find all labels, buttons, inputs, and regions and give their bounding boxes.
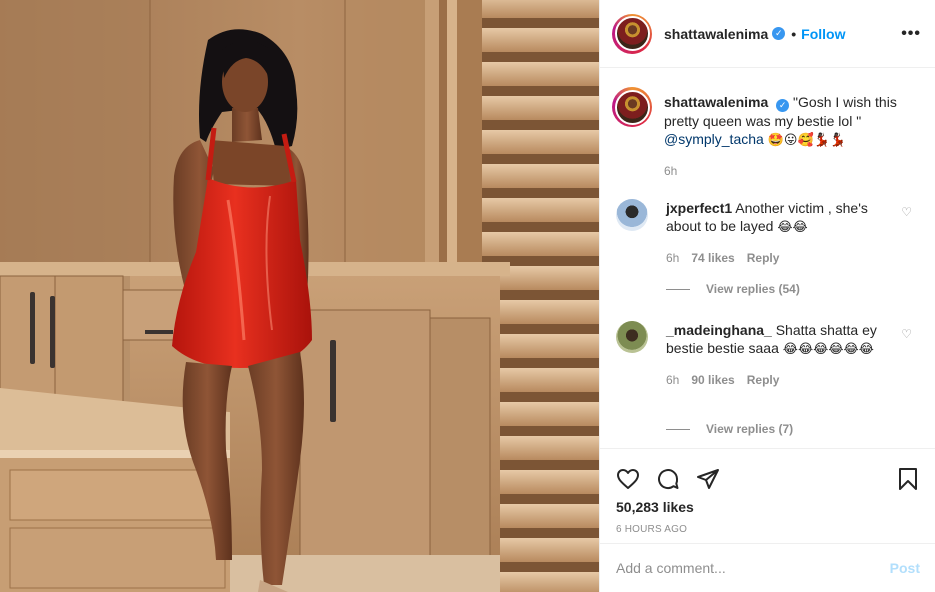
caption-author-avatar[interactable] xyxy=(612,87,652,127)
wood-slat xyxy=(482,130,599,154)
caption-username[interactable]: shattawalenima xyxy=(664,94,768,110)
follow-button[interactable]: Follow xyxy=(801,26,845,42)
caption-mention[interactable]: @symply_tacha xyxy=(664,131,764,147)
comment-icon[interactable] xyxy=(654,465,682,493)
commenter-avatar[interactable] xyxy=(616,321,648,353)
verified-badge-icon: ✓ xyxy=(776,99,790,112)
comment-meta: 6h 74 likes Reply xyxy=(666,249,881,267)
wood-slat xyxy=(482,62,599,86)
comment-likes[interactable]: 74 likes xyxy=(691,249,734,267)
author-avatar[interactable] xyxy=(612,13,652,54)
post-photo[interactable] xyxy=(0,0,599,592)
caption-avatar-image xyxy=(614,89,650,125)
post-caption: shattawalenima ✓ "Gosh I wish this prett… xyxy=(600,69,935,180)
view-replies-button[interactable]: View replies (54) xyxy=(666,282,800,296)
post-comment-button[interactable]: Post xyxy=(890,560,920,576)
bookmark-icon[interactable] xyxy=(894,465,922,493)
comment-like-heart-icon[interactable]: ♡ xyxy=(901,205,912,219)
header-separator: • xyxy=(791,25,797,42)
heart-icon[interactable] xyxy=(614,465,642,493)
post-header: shattawalenima ✓ • Follow ••• xyxy=(600,0,935,68)
comment-item: jxperfect1 Another victim , she's about … xyxy=(616,199,926,267)
author-avatar-image xyxy=(614,16,650,51)
comment-item: _madeinghana_ Shatta shatta ey bestie be… xyxy=(616,321,926,389)
wood-slat xyxy=(482,198,599,222)
commenter-avatar[interactable] xyxy=(616,199,648,231)
replies-divider xyxy=(666,428,690,430)
comment-reply-button[interactable]: Reply xyxy=(747,371,780,389)
comment-time[interactable]: 6h xyxy=(666,249,679,267)
more-options-icon[interactable]: ••• xyxy=(901,25,921,43)
post-timestamp[interactable]: 6 HOURS AGO xyxy=(600,524,935,535)
comment-username[interactable]: jxperfect1 xyxy=(666,200,732,216)
likes-count[interactable]: 50,283 likes xyxy=(600,499,935,515)
comment-username[interactable]: _madeinghana_ xyxy=(666,322,772,338)
comment-meta: 6h 90 likes Reply xyxy=(666,371,881,389)
wood-slat xyxy=(482,96,599,120)
caption-body: shattawalenima ✓ "Gosh I wish this prett… xyxy=(664,93,909,180)
author-username[interactable]: shattawalenima xyxy=(664,26,768,42)
comment-time[interactable]: 6h xyxy=(666,371,679,389)
post-actions: 50,283 likes 6 HOURS AGO xyxy=(600,448,935,544)
instagram-post: shattawalenima ✓ • Follow ••• shattawale… xyxy=(0,0,935,592)
comment-like-heart-icon[interactable]: ♡ xyxy=(901,327,912,341)
post-photo-illustration xyxy=(0,0,599,592)
wood-slat xyxy=(482,232,599,256)
view-replies-button[interactable]: View replies (7) xyxy=(666,422,793,436)
share-icon[interactable] xyxy=(694,465,722,493)
view-replies-label: View replies (54) xyxy=(706,282,800,296)
verified-badge-icon: ✓ xyxy=(772,27,786,40)
wood-slat xyxy=(482,164,599,188)
action-icons-row xyxy=(600,449,935,497)
comments-list[interactable]: shattawalenima ✓ "Gosh I wish this prett… xyxy=(600,69,935,447)
caption-emojis: 🤩😛🥰💃🏿💃🏿 xyxy=(767,133,847,148)
post-side-panel: shattawalenima ✓ • Follow ••• shattawale… xyxy=(599,0,935,592)
comment-emojis: 😂😂😂😂😂😂 xyxy=(782,342,874,357)
view-replies-label: View replies (7) xyxy=(706,422,794,436)
comment-reply-button[interactable]: Reply xyxy=(747,249,780,267)
add-comment-input[interactable] xyxy=(616,560,890,576)
add-comment-bar: Post xyxy=(600,543,935,592)
comment-body: _madeinghana_ Shatta shatta ey bestie be… xyxy=(666,321,881,389)
wood-slat xyxy=(482,28,599,52)
comment-body: jxperfect1 Another victim , she's about … xyxy=(666,199,881,267)
wood-slat xyxy=(482,0,599,18)
comment-likes[interactable]: 90 likes xyxy=(691,371,734,389)
caption-time[interactable]: 6h xyxy=(664,162,909,180)
comment-emojis: 😂😂 xyxy=(777,220,808,235)
replies-divider xyxy=(666,288,690,290)
